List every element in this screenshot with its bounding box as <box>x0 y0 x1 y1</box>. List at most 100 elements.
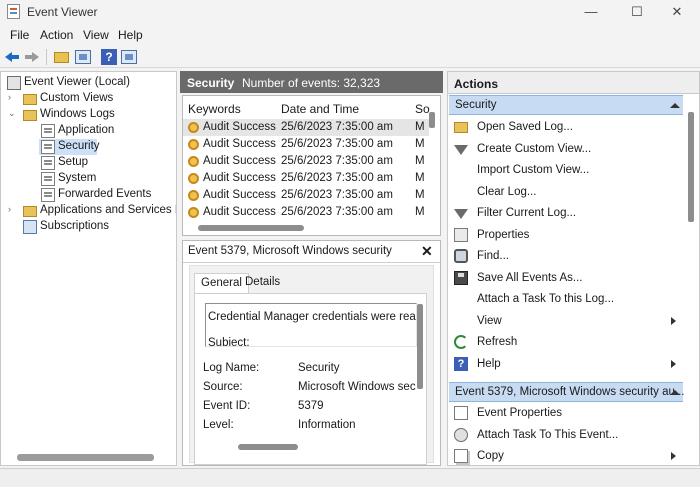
action-refresh[interactable]: Refresh <box>449 332 683 353</box>
event-source: M <box>415 155 425 167</box>
tree-item-windows-logs[interactable]: ⌄ Windows Logs <box>1 107 176 123</box>
actions-section-security[interactable]: Security <box>449 95 683 115</box>
close-window-button[interactable]: ✕ <box>654 0 700 24</box>
action-filter-current-log[interactable]: Filter Current Log... <box>449 203 683 224</box>
action-attach-a-task-to-this-log[interactable]: Attach a Task To this Log... <box>449 289 683 310</box>
tree-horizontal-scrollbar[interactable] <box>17 454 154 461</box>
tree-item-label: Application <box>58 124 115 136</box>
action-label: Create Custom View... <box>477 142 592 155</box>
tree-item-custom-views[interactable]: › Custom Views <box>1 91 176 107</box>
help-button[interactable]: ? <box>100 48 118 66</box>
event-keyword: Audit Success <box>203 206 276 218</box>
console-tree-icon <box>75 50 91 64</box>
column-header-date-time[interactable]: Date and Time <box>281 102 359 116</box>
tree-item-system[interactable]: System <box>1 171 176 187</box>
event-row[interactable]: Audit Success 25/6/2023 7:35:00 am M <box>183 153 429 170</box>
console-tree: Event Viewer (Local) › Custom Views ⌄ Window… <box>0 71 177 466</box>
action-view[interactable]: View <box>449 311 683 332</box>
detail-vertical-scrollbar[interactable] <box>417 304 423 389</box>
event-list-vertical-scrollbar[interactable] <box>429 112 435 128</box>
prop-label-log-name: Log Name: <box>203 362 260 374</box>
properties-icon <box>454 227 468 242</box>
action-label: Help <box>477 357 501 370</box>
tree-item-forwarded-events[interactable]: Forwarded Events <box>1 187 176 203</box>
actions-title: Actions <box>454 77 499 91</box>
action-attach-task-to-this-event[interactable]: Attach Task To This Event... <box>449 425 683 446</box>
action-properties[interactable]: Properties <box>449 225 683 246</box>
up-folder-button[interactable] <box>53 48 71 66</box>
action-import-custom-view[interactable]: Import Custom View... <box>449 160 683 181</box>
event-count: Number of events: 32,323 <box>242 76 381 90</box>
show-hide-action-pane-button[interactable] <box>120 48 138 66</box>
action-label: Attach Task To This Event... <box>477 428 619 441</box>
event-row[interactable]: Audit Success 25/6/2023 7:35:00 am M <box>183 136 429 153</box>
collapsed-chevron-icon[interactable]: › <box>8 92 18 102</box>
back-arrow-icon <box>5 52 19 62</box>
event-row[interactable]: Audit Success 25/6/2023 7:35:00 am M <box>183 187 429 204</box>
log-header: Security Number of events: 32,323 <box>180 71 443 93</box>
tree-item-application[interactable]: Application <box>1 123 176 139</box>
show-hide-console-tree-button[interactable] <box>74 48 92 66</box>
prop-label-level: Level: <box>203 419 234 431</box>
close-detail-icon[interactable]: ✕ <box>421 243 433 260</box>
detail-horizontal-scrollbar[interactable] <box>238 444 298 450</box>
event-datetime: 25/6/2023 7:35:00 am <box>281 121 393 133</box>
actions-section-event[interactable]: Event 5379, Microsoft Windows security a… <box>449 382 685 402</box>
actions-section-event-label: Event 5379, Microsoft Windows security a… <box>455 386 685 398</box>
action-event-properties[interactable]: Event Properties <box>449 403 683 424</box>
action-create-custom-view[interactable]: Create Custom View... <box>449 139 683 160</box>
forward-arrow-icon <box>25 52 39 62</box>
detail-divider <box>183 262 440 263</box>
event-detail-title: Event 5379, Microsoft Windows security <box>188 245 392 257</box>
event-keyword: Audit Success <box>203 189 276 201</box>
log-icon <box>41 172 55 186</box>
prop-label-event-id: Event ID: <box>203 400 251 412</box>
action-clear-log[interactable]: Clear Log... <box>449 182 683 203</box>
tree-item-subscriptions[interactable]: Subscriptions <box>1 219 176 235</box>
log-icon <box>41 140 55 154</box>
find-icon <box>454 249 468 263</box>
event-row[interactable]: Audit Success 25/6/2023 7:35:00 am M <box>183 204 429 221</box>
action-open-saved-log[interactable]: Open Saved Log... <box>449 117 683 138</box>
event-list-horizontal-scrollbar[interactable] <box>198 225 304 231</box>
minimize-button[interactable]: — <box>568 0 614 24</box>
column-header-source[interactable]: So <box>415 102 430 116</box>
actions-vertical-scrollbar[interactable] <box>688 112 694 222</box>
folder-icon <box>23 110 37 121</box>
menu-action[interactable]: Action <box>40 28 73 42</box>
tree-item-event-viewer-local[interactable]: Event Viewer (Local) <box>1 75 176 91</box>
collapse-caret-icon <box>670 390 680 395</box>
menu-view[interactable]: View <box>83 28 109 42</box>
menu-file[interactable]: File <box>10 28 29 42</box>
action-find[interactable]: Find... <box>449 246 683 267</box>
action-label: View <box>477 314 502 327</box>
action-help[interactable]: ? Help <box>449 354 683 375</box>
log-icon <box>41 188 55 202</box>
back-button[interactable] <box>4 48 22 66</box>
tree-item-label: Custom Views <box>40 92 114 104</box>
tree-item-label: Windows Logs <box>40 108 115 120</box>
tree-item-label: Forwarded Events <box>58 188 152 200</box>
column-header-keywords[interactable]: Keywords <box>188 102 241 116</box>
tab-details[interactable]: Details <box>239 273 286 293</box>
tree-item-security[interactable]: Security <box>39 139 100 155</box>
event-row[interactable]: Audit Success 25/6/2023 7:35:00 am M <box>183 170 429 187</box>
title-bar: Event Viewer — ☐ ✕ <box>0 0 700 24</box>
action-label: Properties <box>477 228 530 241</box>
event-description-box[interactable]: Credential Manager credentials were read… <box>205 303 417 347</box>
tree-item-applications-and-services-log[interactable]: › Applications and Services Log <box>1 203 176 219</box>
menu-help[interactable]: Help <box>118 28 143 42</box>
event-row[interactable]: Audit Success 25/6/2023 7:35:00 am M <box>183 119 429 136</box>
event-viewer-window: Event Viewer — ☐ ✕ File Action View Help… <box>0 0 700 487</box>
tree-item-label: Subscriptions <box>40 220 110 232</box>
save-icon <box>454 270 468 285</box>
action-save-all-events-as[interactable]: Save All Events As... <box>449 268 683 289</box>
subscriptions-icon <box>23 220 37 234</box>
event-datetime: 25/6/2023 7:35:00 am <box>281 189 393 201</box>
action-copy[interactable]: Copy <box>449 446 683 465</box>
expanded-chevron-icon[interactable]: ⌄ <box>8 108 18 119</box>
forward-button[interactable] <box>24 48 42 66</box>
collapsed-chevron-icon[interactable]: › <box>8 204 18 214</box>
event-keyword: Audit Success <box>203 172 276 184</box>
tree-item-setup[interactable]: Setup <box>1 155 176 171</box>
